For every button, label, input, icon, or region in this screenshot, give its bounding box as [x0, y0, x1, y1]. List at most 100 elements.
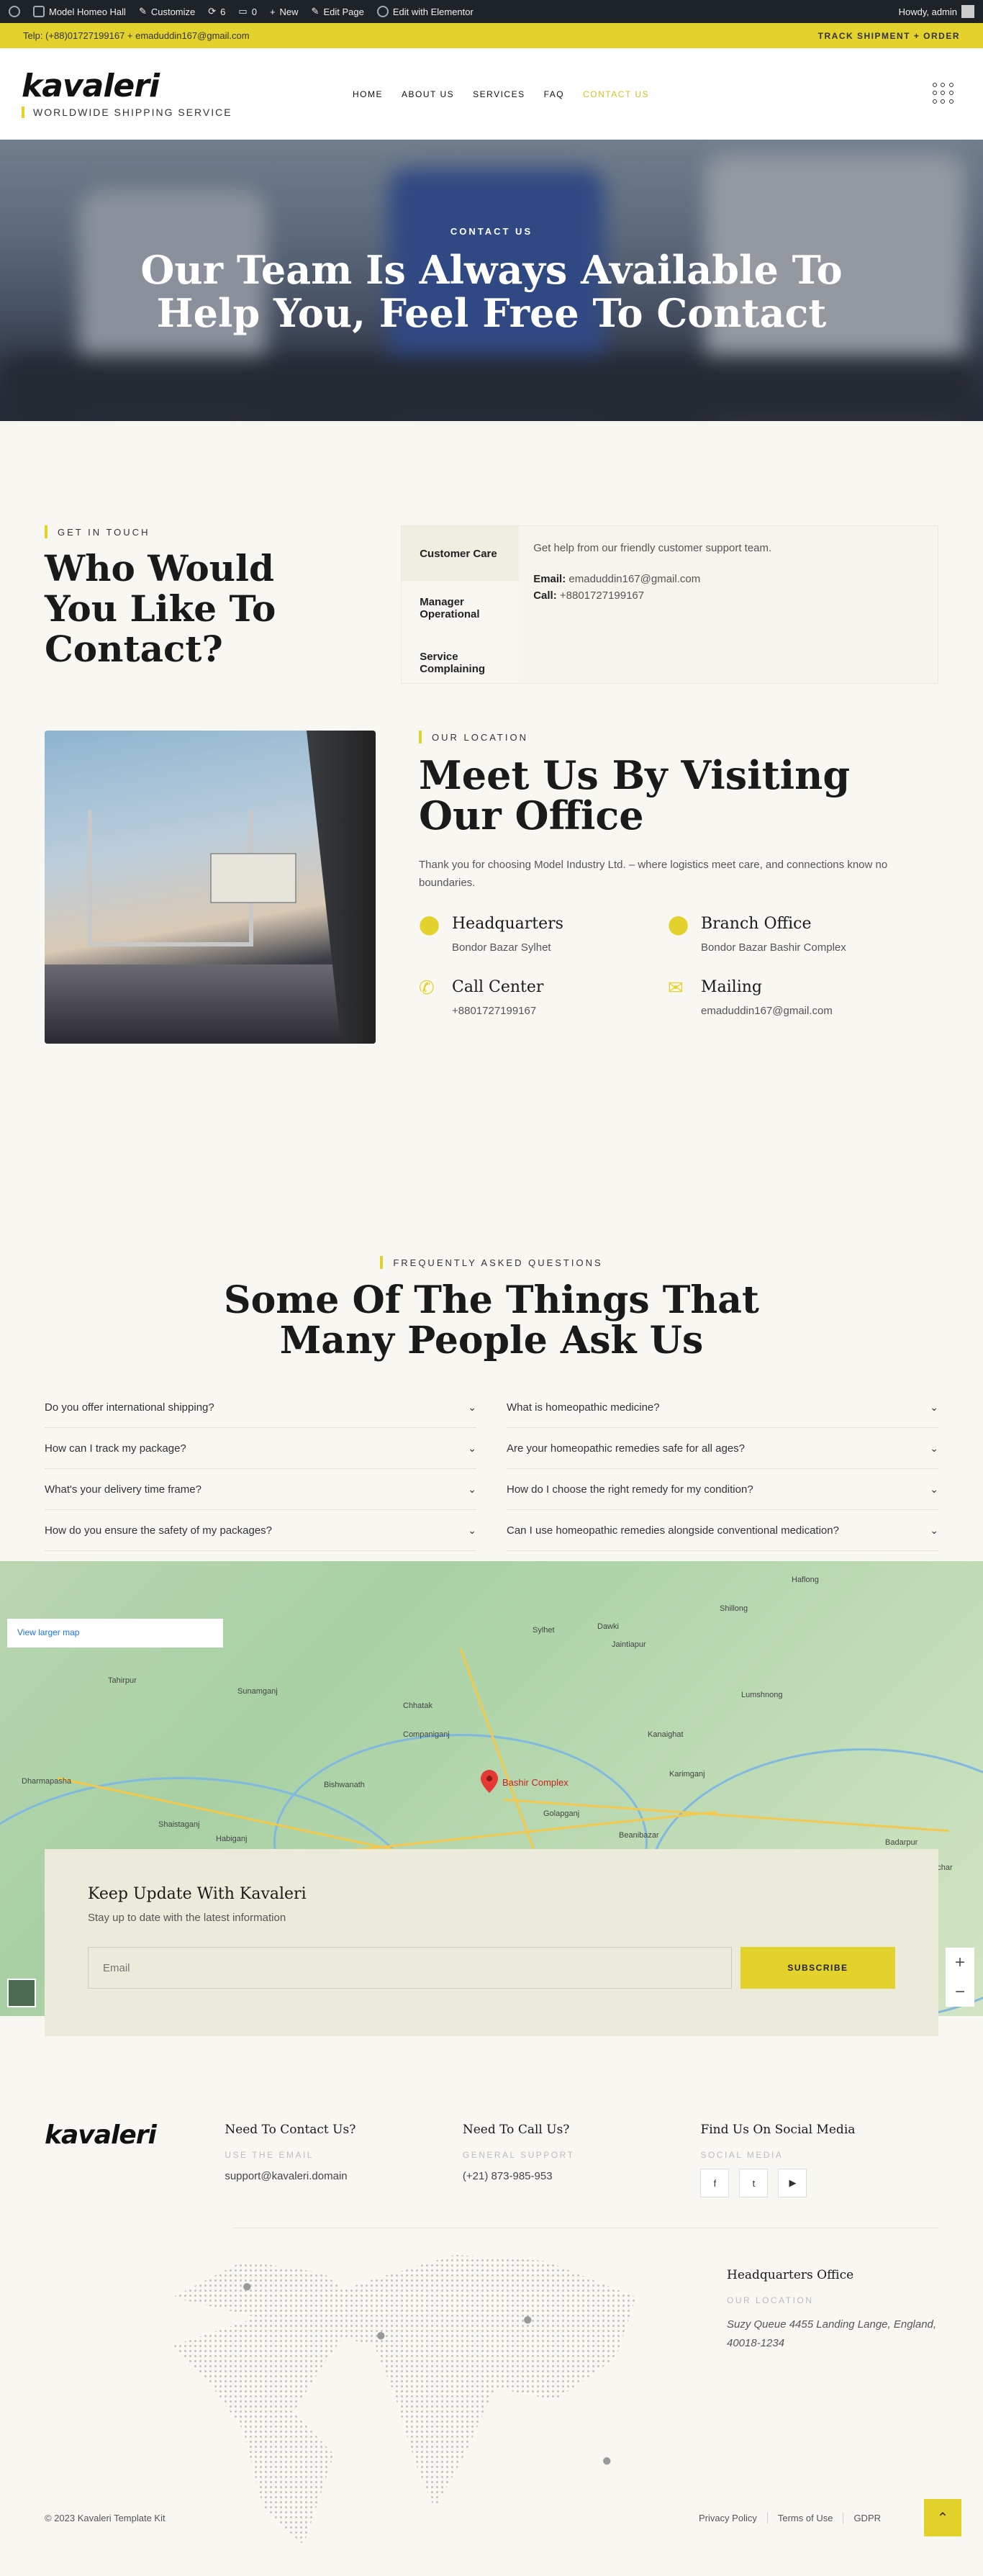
site-name-link[interactable]: Model Homeo Hall [33, 6, 126, 17]
chevron-down-icon: ⌄ [930, 1524, 938, 1536]
map-layer-toggle[interactable] [7, 1979, 36, 2007]
nav-home[interactable]: HOME [353, 89, 383, 99]
call-value[interactable]: +8801727199167 [560, 589, 644, 602]
faq-eyebrow: FREQUENTLY ASKED QUESTIONS [45, 1256, 938, 1269]
edit-page-link[interactable]: ✎ Edit Page [312, 6, 364, 17]
location-title: Meet Us By Visiting Our Office [419, 752, 851, 839]
faq-item[interactable]: How do you ensure the safety of my packa… [45, 1510, 476, 1551]
nav-contact[interactable]: CONTACT US [583, 89, 649, 99]
nav-faq[interactable]: FAQ [544, 89, 565, 99]
hq-title: Headquarters Office [727, 2268, 854, 2282]
hero-title: Our Team Is Always Available To Help You… [140, 247, 843, 336]
chevron-down-icon: ⌄ [468, 1401, 476, 1413]
map-pin-icon: ● [522, 2310, 533, 2329]
headquarters-title: Headquarters [452, 915, 563, 933]
map-town-label: Golapganj [543, 1809, 580, 1818]
faq-item[interactable]: How do I choose the right remedy for my … [507, 1469, 938, 1510]
headquarters-value: Bondor Bazar Sylhet [452, 941, 551, 954]
map-town-label: Dawki [597, 1622, 619, 1631]
chevron-down-icon: ⌄ [468, 1442, 476, 1454]
call-center-item: ✆ Call Center +8801727199167 [419, 978, 668, 1017]
refresh-icon: ⟳ [208, 6, 217, 17]
branch-office-title: Branch Office [701, 915, 812, 933]
map-pin-icon: ⬤ [668, 913, 689, 935]
mailing-value[interactable]: emaduddin167@gmail.com [701, 1005, 833, 1017]
view-larger-map-link[interactable]: View larger map [7, 1619, 223, 1648]
cargo-loading-photo [45, 731, 376, 1044]
faq-item[interactable]: How can I track my package? ⌄ [45, 1428, 476, 1469]
map-pin-icon: ● [602, 2451, 612, 2470]
contact-section: GET IN TOUCH Who Would You Like To Conta… [0, 421, 983, 731]
tab-manager-operational[interactable]: Manager Operational [402, 581, 519, 636]
map-pin-icon: ● [376, 2326, 386, 2345]
map-pin-icon: ● [242, 2277, 253, 2296]
logo-tagline: WORLDWIDE SHIPPING SERVICE [22, 106, 237, 118]
gdpr-link[interactable]: GDPR [843, 2513, 881, 2523]
track-shipment-link[interactable]: TRACK SHIPMENT + ORDER [818, 31, 960, 41]
location-section: OUR LOCATION Meet Us By Visiting Our Off… [0, 731, 983, 1141]
grid-menu-icon[interactable] [933, 83, 954, 104]
nav-services[interactable]: SERVICES [473, 89, 525, 99]
new-content-link[interactable]: + New [270, 6, 299, 17]
nav-about[interactable]: ABOUT US [402, 89, 454, 99]
comment-icon: ▭ [238, 6, 248, 17]
copyright: © 2023 Kavaleri Template Kit [45, 2513, 166, 2523]
faq-item[interactable]: Can I use homeopathic remedies alongside… [507, 1510, 938, 1551]
map-town-label: Chhatak [403, 1701, 432, 1710]
topbar-contact: Telp: (+88)01727199167 + emaduddin167@gm… [23, 30, 250, 41]
subscribe-button[interactable]: SUBSCRIBE [740, 1947, 895, 1989]
faq-item[interactable]: What's your delivery time frame? ⌄ [45, 1469, 476, 1510]
call-label: Call: [533, 589, 557, 602]
facebook-icon[interactable]: f [700, 2169, 730, 2197]
faq-title: Some Of The Things That Many People Ask … [224, 1278, 759, 1362]
chevron-down-icon: ⌄ [930, 1401, 938, 1413]
map-pin-label: Bashir Complex [502, 1777, 568, 1788]
tab-panel: Get help from our friendly customer supp… [519, 526, 938, 683]
panel-intro: Get help from our friendly customer supp… [533, 542, 772, 554]
map-town-label: Sylhet [533, 1626, 555, 1635]
email-value[interactable]: emaduddin167@gmail.com [568, 573, 700, 585]
admin-bar: Model Homeo Hall ✎ Customize ⟳ 6 ▭ 0 + New ✎… [0, 0, 983, 23]
faq-item[interactable]: Do you offer international shipping? ⌄ [45, 1387, 476, 1428]
map-marker-icon[interactable] [481, 1770, 498, 1793]
chevron-up-icon: ⌃ [936, 2510, 949, 2526]
location-eyebrow: OUR LOCATION [419, 731, 938, 744]
footer-social-col: Find Us On Social Media SOCIAL MEDIA f t… [700, 2123, 938, 2197]
footer-logo[interactable]: kavaleri [45, 2123, 225, 2197]
newsletter-email-input[interactable] [88, 1947, 732, 1989]
updates-link[interactable]: ⟳ 6 [208, 6, 225, 17]
map-town-label: Dharmapasha [22, 1777, 72, 1786]
account-menu[interactable]: Howdy, admin [899, 5, 974, 18]
hero-banner: CONTACT US Our Team Is Always Available … [0, 140, 983, 421]
tab-customer-care[interactable]: Customer Care [402, 526, 520, 581]
home-icon [33, 6, 45, 17]
plus-icon: + [269, 6, 276, 17]
footer-social-caption: SOCIAL MEDIA [700, 2150, 784, 2160]
comments-link[interactable]: ▭ 0 [238, 6, 257, 17]
top-info-bar: Telp: (+88)01727199167 + emaduddin167@gm… [0, 23, 983, 48]
faq-item[interactable]: Are your homeopathic remedies safe for a… [507, 1428, 938, 1469]
footer-phone[interactable]: (+21) 873-985-953 [463, 2170, 701, 2182]
chevron-down-icon: ⌄ [930, 1483, 938, 1495]
twitter-icon[interactable]: t [739, 2169, 769, 2197]
footer-call-caption: GENERAL SUPPORT [462, 2150, 575, 2160]
edit-elementor-link[interactable]: Edit with Elementor [376, 6, 474, 17]
zoom-out-button[interactable]: − [955, 1982, 965, 2002]
site-logo[interactable]: kavaleri WORLDWIDE SHIPPING SERVICE [22, 70, 237, 118]
faq-item[interactable]: What is homeopathic medicine? ⌄ [507, 1387, 938, 1428]
zoom-in-button[interactable]: + [955, 1953, 965, 1973]
customize-link[interactable]: ✎ Customize [139, 6, 195, 17]
map-town-label: Bishwanath [324, 1781, 365, 1789]
contact-title: Who Would You Like To Contact? [45, 547, 276, 670]
scroll-to-top-button[interactable]: ⌃ [924, 2499, 961, 2536]
tab-service-complaining[interactable]: Service Complaining [402, 636, 519, 690]
terms-link[interactable]: Terms of Use [766, 2513, 833, 2523]
privacy-link[interactable]: Privacy Policy [699, 2513, 757, 2523]
call-center-value[interactable]: +8801727199167 [452, 1005, 543, 1017]
map-town-label: Beanibazar [619, 1831, 659, 1840]
map-town-label: Shillong [720, 1604, 748, 1613]
footer-hq: Headquarters Office OUR LOCATION Suzy Qu… [727, 2268, 943, 2353]
youtube-icon[interactable]: ▶ [778, 2169, 807, 2197]
footer-email[interactable]: support@kavaleri.domain [225, 2170, 463, 2182]
wordpress-logo-icon[interactable] [9, 6, 20, 17]
